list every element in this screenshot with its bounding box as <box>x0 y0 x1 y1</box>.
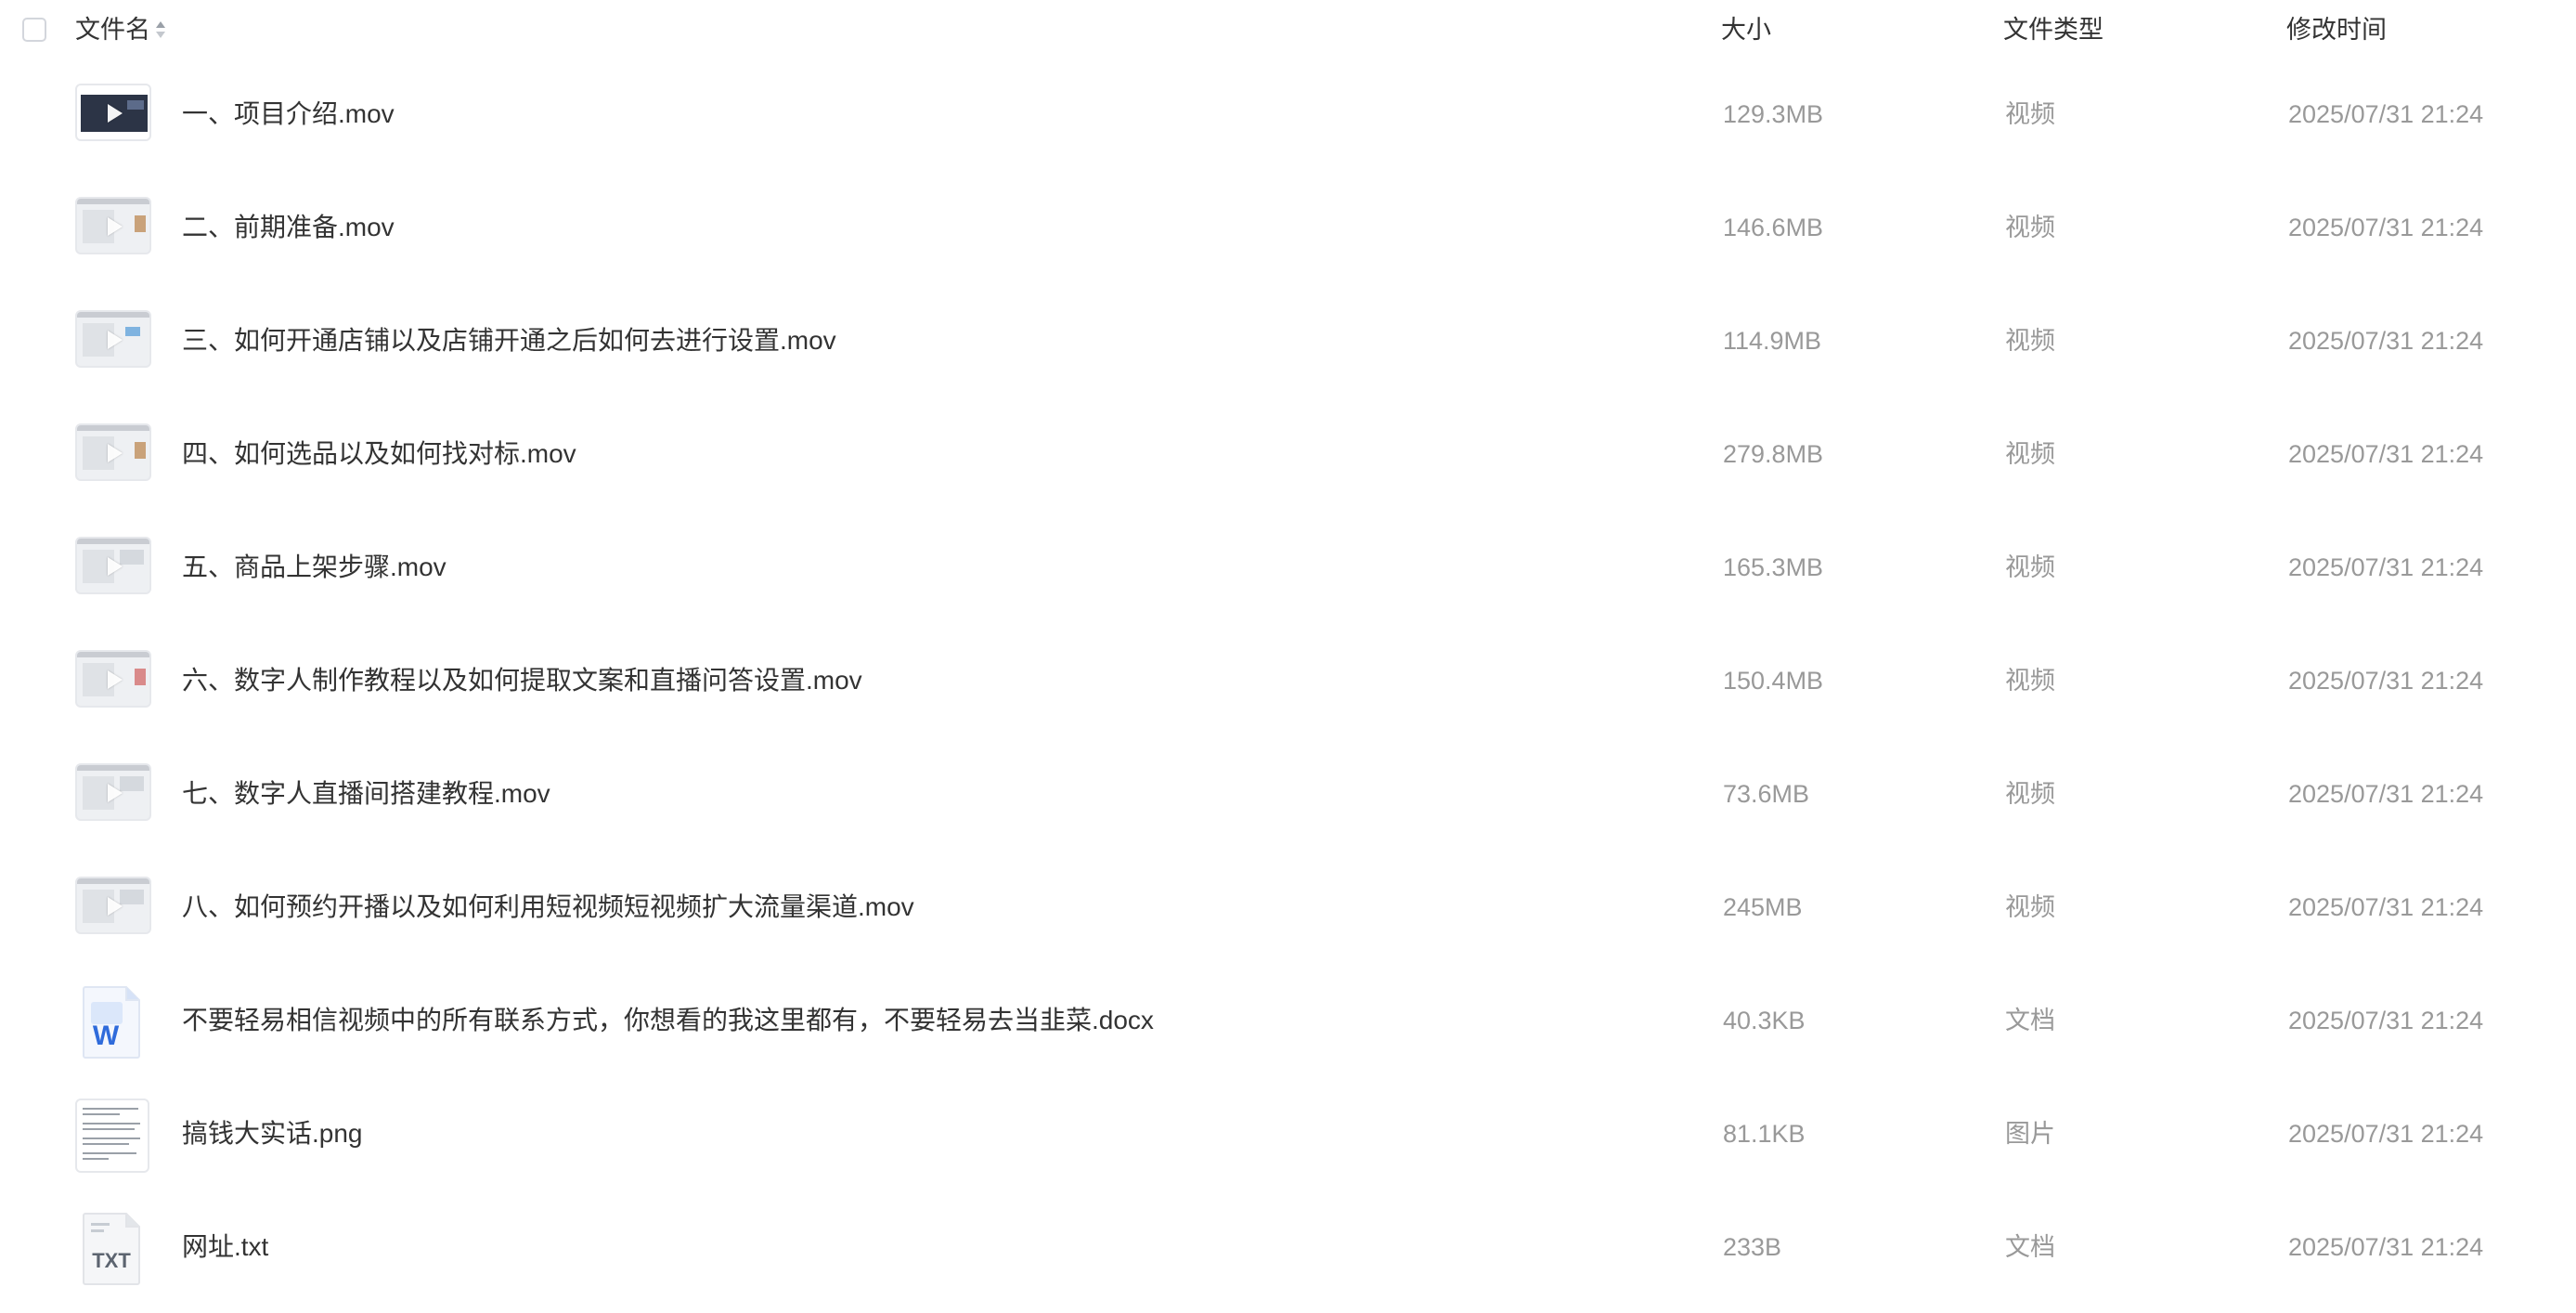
play-icon <box>108 897 123 916</box>
file-size: 150.4MB <box>1723 667 1824 695</box>
file-name[interactable]: 四、如何选品以及如何找对标.mov <box>182 436 576 472</box>
file-size: 40.3KB <box>1723 1007 1806 1034</box>
video-thumbnail <box>75 310 151 368</box>
svg-text:W: W <box>93 1020 120 1051</box>
column-header-type[interactable]: 文件类型 <box>2003 13 2104 46</box>
file-name[interactable]: 三、如何开通店铺以及店铺开通之后如何去进行设置.mov <box>182 323 836 358</box>
file-size: 81.1KB <box>1723 1120 1806 1148</box>
column-header-modified[interactable]: 修改时间 <box>2286 13 2387 46</box>
file-row[interactable]: 五、商品上架步骤.mov 165.3MB 视频 2025/07/31 21:24 <box>0 521 2576 633</box>
txt-file-icon: TXT <box>83 1213 140 1285</box>
file-type: 视频 <box>2005 667 2055 695</box>
file-row[interactable]: 一、项目介绍.mov 129.3MB 视频 2025/07/31 21:24 <box>0 68 2576 180</box>
play-icon <box>108 670 123 689</box>
play-icon <box>108 217 123 236</box>
column-header-name[interactable]: 文件名 <box>75 13 150 46</box>
video-thumbnail <box>75 197 151 254</box>
file-name[interactable]: 七、数字人直播间搭建教程.mov <box>182 776 550 812</box>
video-thumbnail <box>75 650 151 708</box>
play-icon <box>108 557 123 576</box>
file-row[interactable]: 六、数字人制作教程以及如何提取文案和直播问答设置.mov 150.4MB 视频 … <box>0 634 2576 747</box>
file-modified: 2025/07/31 21:24 <box>2288 440 2484 468</box>
file-row[interactable]: 七、数字人直播间搭建教程.mov 73.6MB 视频 2025/07/31 21… <box>0 748 2576 860</box>
file-modified: 2025/07/31 21:24 <box>2288 1120 2484 1148</box>
file-row[interactable]: W 不要轻易相信视频中的所有联系方式，你想看的我这里都有，不要轻易去当韭菜.do… <box>0 974 2576 1086</box>
file-size: 146.6MB <box>1723 214 1824 241</box>
file-modified: 2025/07/31 21:24 <box>2288 667 2484 695</box>
file-size: 245MB <box>1723 893 1803 921</box>
video-thumbnail <box>75 84 151 141</box>
file-size: 129.3MB <box>1723 100 1824 128</box>
word-doc-icon: W <box>83 986 140 1059</box>
file-modified: 2025/07/31 21:24 <box>2288 1007 2484 1034</box>
file-type: 图片 <box>2005 1120 2055 1148</box>
file-name[interactable]: 五、商品上架步骤.mov <box>182 550 447 585</box>
image-thumbnail <box>75 1098 149 1173</box>
video-thumbnail <box>75 537 151 594</box>
file-name[interactable]: 六、数字人制作教程以及如何提取文案和直播问答设置.mov <box>182 663 862 698</box>
file-row[interactable]: 四、如何选品以及如何找对标.mov 279.8MB 视频 2025/07/31 … <box>0 408 2576 520</box>
file-type: 视频 <box>2005 893 2055 921</box>
file-row[interactable]: TXT 网址.txt 233B 文档 2025/07/31 21:24 <box>0 1201 2576 1313</box>
file-modified: 2025/07/31 21:24 <box>2288 1233 2484 1261</box>
file-size: 279.8MB <box>1723 440 1824 468</box>
file-name[interactable]: 搞钱大实话.png <box>182 1116 363 1151</box>
file-type: 文档 <box>2005 1233 2055 1261</box>
file-type: 视频 <box>2005 440 2055 468</box>
play-icon <box>108 444 123 462</box>
select-all-checkbox[interactable] <box>22 18 46 42</box>
file-modified: 2025/07/31 21:24 <box>2288 100 2484 128</box>
file-type: 文档 <box>2005 1007 2055 1034</box>
file-size: 114.9MB <box>1723 327 1822 355</box>
file-size: 233B <box>1723 1233 1782 1261</box>
file-type: 视频 <box>2005 214 2055 241</box>
svg-text:TXT: TXT <box>92 1249 131 1272</box>
column-header-size[interactable]: 大小 <box>1721 13 1771 46</box>
play-icon <box>108 784 123 802</box>
play-icon <box>108 104 123 123</box>
file-name[interactable]: 不要轻易相信视频中的所有联系方式，你想看的我这里都有，不要轻易去当韭菜.docx <box>182 1003 1154 1038</box>
file-type: 视频 <box>2005 780 2055 808</box>
file-row[interactable]: 二、前期准备.mov 146.6MB 视频 2025/07/31 21:24 <box>0 181 2576 293</box>
file-list-header: 文件名 大小 文件类型 修改时间 <box>0 0 2576 59</box>
video-thumbnail <box>75 423 151 481</box>
file-row[interactable]: 搞钱大实话.png 81.1KB 图片 2025/07/31 21:24 <box>0 1087 2576 1200</box>
file-type: 视频 <box>2005 327 2055 355</box>
file-name[interactable]: 二、前期准备.mov <box>182 210 395 245</box>
file-row[interactable]: 三、如何开通店铺以及店铺开通之后如何去进行设置.mov 114.9MB 视频 2… <box>0 294 2576 407</box>
sort-icon[interactable] <box>154 19 167 41</box>
file-type: 视频 <box>2005 553 2055 581</box>
file-modified: 2025/07/31 21:24 <box>2288 214 2484 241</box>
file-name[interactable]: 一、项目介绍.mov <box>182 97 395 132</box>
file-modified: 2025/07/31 21:24 <box>2288 327 2484 355</box>
play-icon <box>108 331 123 349</box>
file-size: 165.3MB <box>1723 553 1824 581</box>
file-size: 73.6MB <box>1723 780 1810 808</box>
file-type: 视频 <box>2005 100 2055 128</box>
file-modified: 2025/07/31 21:24 <box>2288 780 2484 808</box>
file-modified: 2025/07/31 21:24 <box>2288 893 2484 921</box>
file-name[interactable]: 网址.txt <box>182 1229 268 1265</box>
video-thumbnail <box>75 877 151 934</box>
file-modified: 2025/07/31 21:24 <box>2288 553 2484 581</box>
video-thumbnail <box>75 763 151 821</box>
file-name[interactable]: 八、如何预约开播以及如何利用短视频短视频扩大流量渠道.mov <box>182 890 914 925</box>
file-row[interactable]: 八、如何预约开播以及如何利用短视频短视频扩大流量渠道.mov 245MB 视频 … <box>0 861 2576 973</box>
